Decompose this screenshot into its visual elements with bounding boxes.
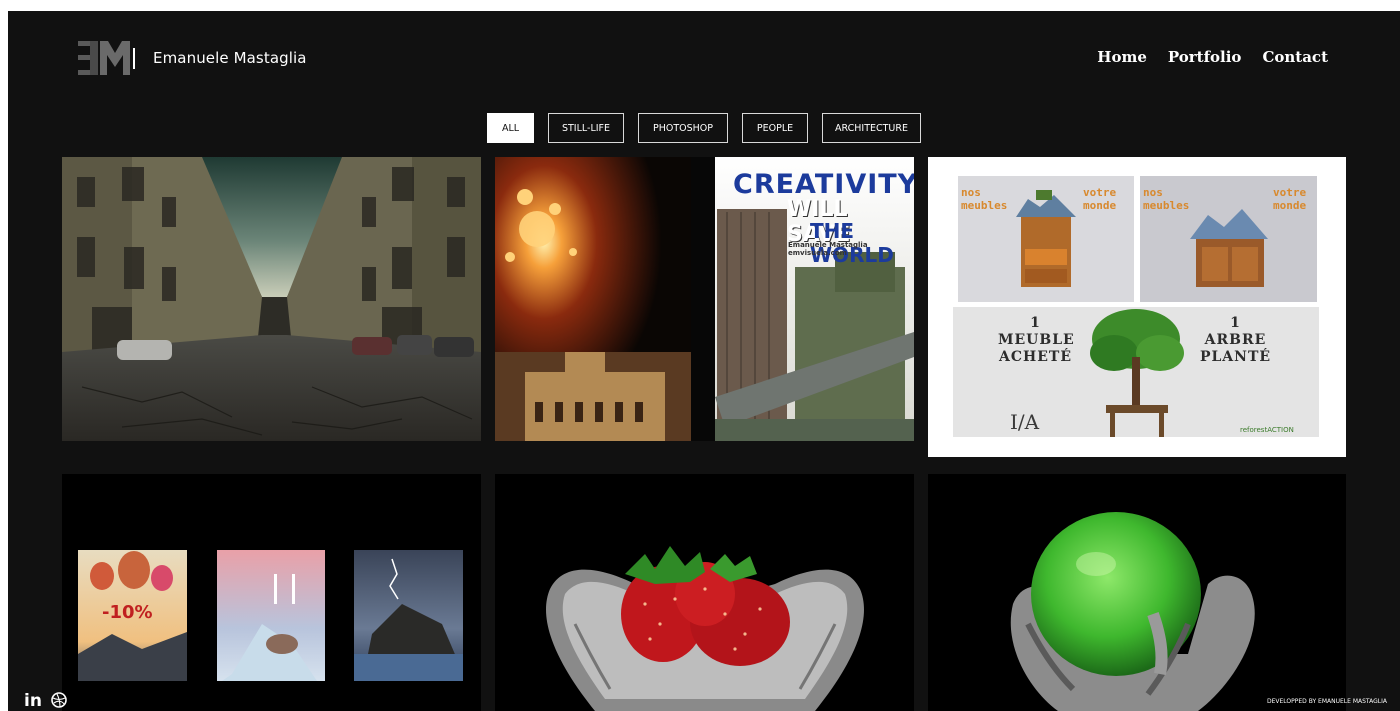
logo-icon[interactable] [78,41,130,75]
main-nav: Home Portfolio Contact [1097,48,1328,66]
arbre-plante-text: 1 ARBRE PLANTÉ [1199,315,1272,365]
portfolio-item-apple[interactable] [928,474,1346,711]
svg-text:I/A: I/A [1010,410,1040,434]
meuble-achete-text: 1 MEUBLE ACHETÉ [998,315,1075,365]
portfolio-filters: ALL STILL-LIFE PHOTOSHOP PEOPLE ARCHITEC… [487,113,921,143]
votre-monde-text-2: votre monde [1273,186,1307,212]
filter-photoshop-button[interactable]: PHOTOSHOP [638,113,728,143]
nos-meubles-text-2: nos meubles [1143,186,1190,212]
portfolio-item-posters[interactable]: -10% [62,474,481,711]
page: Emanuele Mastaglia Home Portfolio Contac… [8,11,1400,711]
creativity-credit: Emanuele Mastaglia emvisuela.com [788,241,868,257]
portfolio-item-meubles[interactable]: I/A reforestACTION nos meubles votre monde… [928,157,1346,457]
nav-portfolio[interactable]: Portfolio [1168,48,1242,66]
filter-architecture-button[interactable]: ARCHITECTURE [822,113,921,143]
discount-text: -10% [102,602,153,623]
filter-still-life-button[interactable]: STILL-LIFE [548,113,624,143]
portfolio-item-creativity[interactable]: CREATIVITY WILL SAVE THE WORLD Emanuele … [495,157,914,441]
linkedin-icon[interactable]: in [24,691,42,711]
portfolio-item-street[interactable] [62,157,481,441]
nos-meubles-text-1: nos meubles [961,186,1008,212]
social-links: in [24,691,67,711]
dribbble-icon[interactable] [51,692,67,708]
nav-home[interactable]: Home [1097,48,1147,66]
filter-people-button[interactable]: PEOPLE [742,113,808,143]
developer-credit: DEVELOPPED BY EMANUELE MASTAGLIA [1266,698,1387,705]
nav-contact[interactable]: Contact [1262,48,1328,66]
site-name[interactable]: Emanuele Mastaglia [153,49,307,67]
filter-all-button[interactable]: ALL [487,113,534,143]
portfolio-item-strawberries[interactable] [495,474,914,711]
votre-monde-text-1: votre monde [1083,186,1117,212]
logo-divider [133,48,135,69]
svg-text:reforestACTION: reforestACTION [1240,426,1294,434]
creativity-headline: CREATIVITY [733,169,914,200]
